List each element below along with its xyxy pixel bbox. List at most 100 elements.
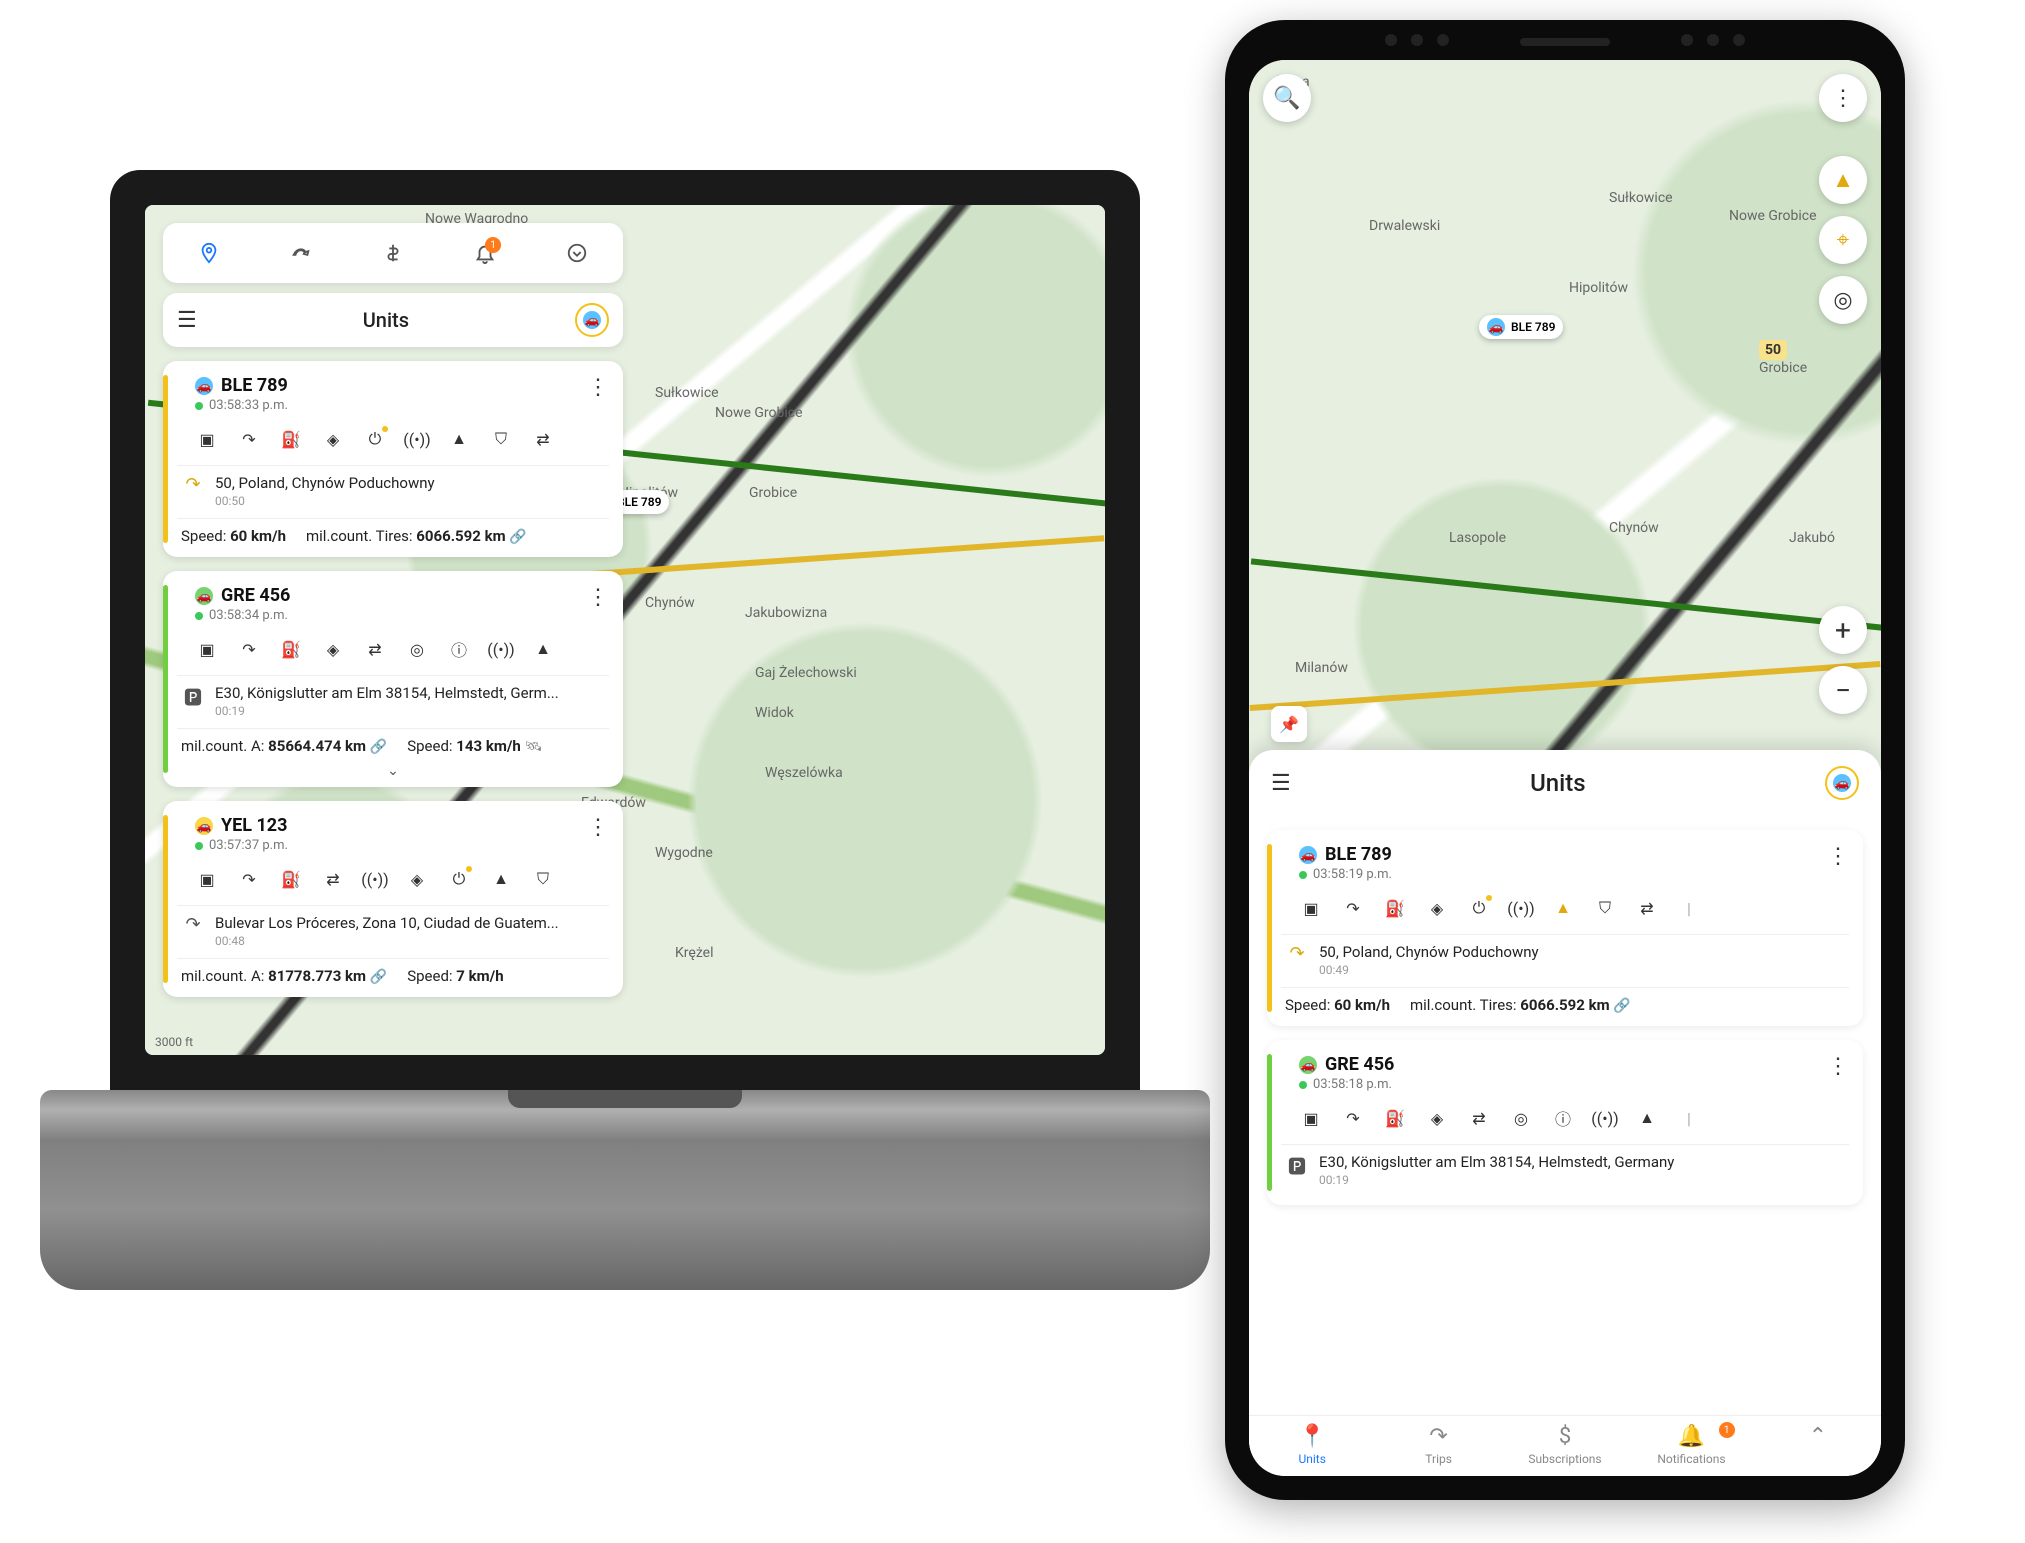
- route-icon[interactable]: ◈: [321, 427, 345, 451]
- follow-unit-button[interactable]: 🚗: [575, 303, 609, 337]
- nav-more[interactable]: ⌃: [1755, 1424, 1881, 1466]
- more-button[interactable]: ⋮: [1827, 1054, 1849, 1079]
- overflow-icon[interactable]: |: [1677, 1106, 1701, 1130]
- unit-card-gre456[interactable]: 🚗 GRE 456 03:58:18 p.m. ⋮ ▣ ↷: [1267, 1040, 1863, 1205]
- menu-icon[interactable]: ☰: [1271, 771, 1291, 796]
- engine-icon[interactable]: ⇄: [363, 637, 387, 661]
- collapse-button[interactable]: ⌄: [177, 763, 609, 779]
- device-icon[interactable]: ▣: [195, 427, 219, 451]
- map-route-green: [1251, 558, 1881, 643]
- unit-card-ble789[interactable]: 🚗 BLE 789 03:58:19 p.m. ⋮ ▣ ↷: [1267, 830, 1863, 1026]
- nav-arrow-button[interactable]: ▲: [1819, 156, 1867, 204]
- more-button[interactable]: ⋮: [1827, 844, 1849, 869]
- nav-notifications[interactable]: 🔔 1 Notifications: [1628, 1424, 1754, 1466]
- tab-notifications[interactable]: 1: [467, 235, 503, 271]
- shield-icon[interactable]: ⛉: [489, 427, 513, 451]
- zoom-in-button[interactable]: +: [1819, 606, 1867, 654]
- pin-sheet-button[interactable]: 📌: [1271, 706, 1307, 742]
- nav-subscriptions[interactable]: $ Subscriptions: [1502, 1424, 1628, 1466]
- unit-address: E30, Königslutter am Elm 38154, Helmsted…: [1319, 1153, 1849, 1171]
- overflow-icon[interactable]: |: [1677, 896, 1701, 920]
- notification-badge: 1: [1719, 1422, 1735, 1438]
- moving-icon: ↷: [1285, 943, 1309, 977]
- moving-icon: ↷: [181, 474, 205, 508]
- unit-card-gre456[interactable]: 🚗 GRE 456 03:58:34 p.m. ⋮ ▣ ↷: [163, 571, 623, 787]
- more-button[interactable]: ⋮: [587, 375, 609, 400]
- scan-button[interactable]: ⌖: [1819, 216, 1867, 264]
- power-icon[interactable]: ⏻: [447, 867, 471, 891]
- gps-icon[interactable]: ◎: [405, 637, 429, 661]
- fuel-icon[interactable]: ⛽: [1383, 1106, 1407, 1130]
- fuel-icon[interactable]: ⛽: [279, 867, 303, 891]
- phone-speaker: [1520, 38, 1610, 46]
- unit-card-yel123[interactable]: 🚗 YEL 123 03:57:37 p.m. ⋮ ▣ ↷: [163, 801, 623, 997]
- nav-arrow-icon[interactable]: ▲: [489, 867, 513, 891]
- link-icon[interactable]: 🔗: [370, 969, 387, 985]
- more-button[interactable]: ⋮: [587, 815, 609, 840]
- nav-arrow-icon[interactable]: ▲: [447, 427, 471, 451]
- device-icon[interactable]: ▣: [195, 867, 219, 891]
- fuel-icon[interactable]: ⛽: [1383, 896, 1407, 920]
- route-shield: 50: [1759, 340, 1787, 360]
- engine-icon[interactable]: ⇄: [321, 867, 345, 891]
- zoom-out-button[interactable]: −: [1819, 666, 1867, 714]
- nav-label: Units: [1298, 1452, 1325, 1466]
- tab-trips[interactable]: [283, 235, 319, 271]
- shield-icon[interactable]: ⛉: [1593, 896, 1617, 920]
- route-icon[interactable]: ◈: [1425, 896, 1449, 920]
- power-icon[interactable]: ⏻: [1467, 896, 1491, 920]
- follow-unit-button[interactable]: 🚗: [1825, 766, 1859, 800]
- map-town-label: Sułkowice: [1609, 190, 1673, 206]
- nav-arrow-icon[interactable]: ▲: [531, 637, 555, 661]
- route-icon[interactable]: ◈: [405, 867, 429, 891]
- fuel-icon[interactable]: ⛽: [279, 637, 303, 661]
- link-icon[interactable]: 🔗: [509, 529, 526, 545]
- signal-icon[interactable]: ((•)): [363, 867, 387, 891]
- shield-icon[interactable]: ⛉: [531, 867, 555, 891]
- unit-card-ble789[interactable]: 🚗 BLE 789 03:58:33 p.m. ⋮ ▣ ↷: [163, 361, 623, 557]
- engine-icon[interactable]: ⇄: [531, 427, 555, 451]
- tab-units[interactable]: [191, 235, 227, 271]
- motion-icon[interactable]: ↷: [237, 427, 261, 451]
- map-town-label: Chynów: [645, 595, 695, 611]
- power-icon[interactable]: ⏻: [363, 427, 387, 451]
- search-button[interactable]: 🔍: [1263, 74, 1311, 122]
- more-button[interactable]: ⋮: [587, 585, 609, 610]
- nav-trips[interactable]: ↷ Trips: [1375, 1424, 1501, 1466]
- nav-units[interactable]: 📍 Units: [1249, 1424, 1375, 1466]
- engine-icon[interactable]: ⇄: [1635, 896, 1659, 920]
- route-icon[interactable]: ◈: [321, 637, 345, 661]
- nav-arrow-icon[interactable]: ▲: [1551, 896, 1575, 920]
- route-icon[interactable]: ◈: [1425, 1106, 1449, 1130]
- tab-subscriptions[interactable]: [375, 235, 411, 271]
- device-icon[interactable]: ▣: [1299, 896, 1323, 920]
- signal-icon[interactable]: ((•)): [1593, 1106, 1617, 1130]
- device-icon[interactable]: ▣: [1299, 1106, 1323, 1130]
- tab-more[interactable]: [559, 235, 595, 271]
- map-more-button[interactable]: ⋮: [1819, 74, 1867, 122]
- motion-icon[interactable]: ↷: [1341, 896, 1365, 920]
- motion-icon[interactable]: ↷: [1341, 1106, 1365, 1130]
- signal-icon[interactable]: ((•)): [405, 427, 429, 451]
- divider: [1281, 987, 1849, 988]
- gps-icon[interactable]: ◎: [1509, 1106, 1533, 1130]
- map-unit-marker[interactable]: 🚗 BLE 789: [1479, 315, 1563, 339]
- device-icon[interactable]: ▣: [195, 637, 219, 661]
- status-dot: [1299, 1081, 1307, 1089]
- engine-icon[interactable]: ⇄: [1467, 1106, 1491, 1130]
- locate-button[interactable]: ◎: [1819, 276, 1867, 324]
- car-icon: 🚗: [1487, 318, 1505, 336]
- info-icon[interactable]: ⓘ: [1551, 1106, 1575, 1130]
- fuel-icon[interactable]: ⛽: [279, 427, 303, 451]
- signal-icon[interactable]: ((•)): [1509, 896, 1533, 920]
- nav-arrow-icon[interactable]: ▲: [1635, 1106, 1659, 1130]
- motion-icon[interactable]: ↷: [237, 867, 261, 891]
- menu-icon[interactable]: ☰: [177, 308, 197, 333]
- bottom-nav: 📍 Units ↷ Trips $ Subscriptions 🔔 1 Noti…: [1249, 1415, 1881, 1476]
- link-icon[interactable]: 🔗: [1613, 998, 1630, 1014]
- info-icon[interactable]: ⓘ: [447, 637, 471, 661]
- map-town-label: Krężel: [675, 945, 714, 961]
- link-icon[interactable]: 🔗: [370, 739, 387, 755]
- motion-icon[interactable]: ↷: [237, 637, 261, 661]
- signal-icon[interactable]: ((•)): [489, 637, 513, 661]
